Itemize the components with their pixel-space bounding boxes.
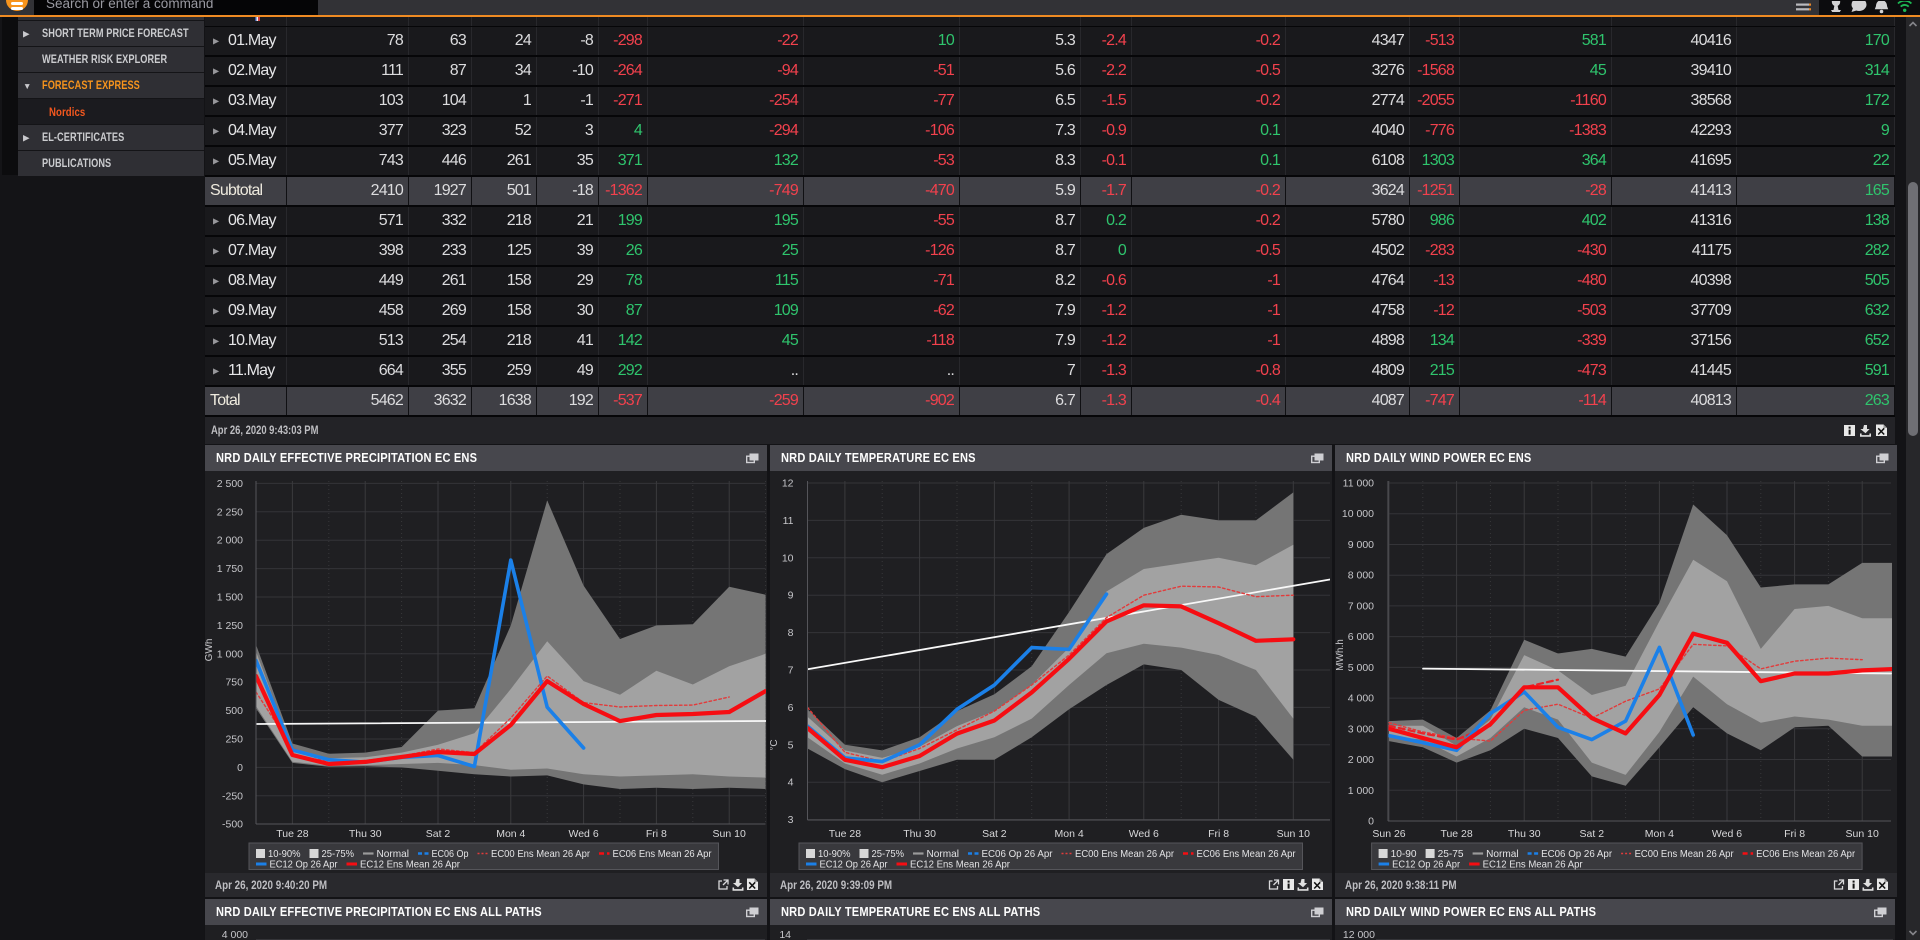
svg-text:Tue 28: Tue 28 [276, 828, 308, 840]
svg-text:Sun 10: Sun 10 [1277, 828, 1310, 840]
svg-text:4 000: 4 000 [222, 929, 248, 940]
svg-text:Thu 30: Thu 30 [1508, 828, 1541, 840]
svg-text:EC00 Ens Mean 26 Apr: EC00 Ens Mean 26 Apr [1635, 848, 1734, 860]
svg-text:Mon 4: Mon 4 [1055, 828, 1084, 840]
svg-text:Thu 30: Thu 30 [903, 828, 936, 840]
svg-text:EC06 Ens Mean 26 Apr: EC06 Ens Mean 26 Apr [1197, 848, 1296, 860]
svg-text:Tue 28: Tue 28 [1440, 828, 1472, 840]
svg-text:EC12 Op 26 Apr: EC12 Op 26 Apr [270, 859, 338, 871]
svg-text:Fri 8: Fri 8 [646, 828, 667, 840]
svg-text:2 500: 2 500 [217, 478, 243, 490]
svg-text:7 000: 7 000 [1348, 600, 1374, 612]
svg-text:8: 8 [788, 627, 794, 639]
svg-text:10: 10 [782, 552, 794, 564]
svg-text:EC12 Op 26 Apr: EC12 Op 26 Apr [1392, 859, 1460, 871]
svg-text:Apr 26, 2020 9:39:09 PM: Apr 26, 2020 9:39:09 PM [780, 879, 892, 892]
svg-text:9: 9 [788, 590, 794, 602]
svg-text:500: 500 [225, 705, 243, 717]
svg-text:2 000: 2 000 [217, 535, 243, 547]
svg-text:-250: -250 [222, 790, 243, 802]
svg-text:750: 750 [225, 677, 243, 689]
svg-text:12 000: 12 000 [1343, 929, 1375, 940]
svg-text:Sat 2: Sat 2 [982, 828, 1007, 840]
svg-text:7: 7 [788, 665, 794, 677]
svg-text:11: 11 [783, 515, 794, 527]
svg-text:EC12 Ens Mean 26 Apr: EC12 Ens Mean 26 Apr [910, 859, 1010, 871]
svg-text:GWh: GWh [205, 639, 215, 662]
svg-text:6 000: 6 000 [1348, 631, 1374, 643]
svg-text:4 000: 4 000 [1348, 693, 1374, 705]
svg-text:EC12 Ens Mean 26 Apr: EC12 Ens Mean 26 Apr [1483, 859, 1583, 871]
svg-text:MWh.h: MWh.h [1335, 639, 1346, 671]
svg-text:5 000: 5 000 [1348, 662, 1374, 674]
svg-text:Sun 26: Sun 26 [1372, 828, 1405, 840]
svg-text:EC00 Ens Mean 26 Apr: EC00 Ens Mean 26 Apr [491, 848, 590, 860]
svg-text:EC00 Ens Mean 26 Apr: EC00 Ens Mean 26 Apr [1075, 848, 1174, 860]
svg-text:Wed 6: Wed 6 [1712, 828, 1742, 840]
svg-text:-500: -500 [222, 819, 243, 831]
svg-text:EC12 Ens Mean 26 Apr: EC12 Ens Mean 26 Apr [360, 859, 460, 871]
svg-text:3: 3 [788, 814, 794, 826]
svg-text:Wed 6: Wed 6 [569, 828, 599, 840]
svg-text:0: 0 [1368, 816, 1374, 828]
svg-text:2 000: 2 000 [1348, 754, 1374, 766]
svg-text:1 000: 1 000 [1348, 785, 1374, 797]
svg-text:°C: °C [770, 739, 780, 750]
svg-text:Mon 4: Mon 4 [496, 828, 525, 840]
svg-text:6: 6 [788, 702, 794, 714]
svg-text:12: 12 [782, 478, 794, 490]
svg-text:Tue 28: Tue 28 [829, 828, 861, 840]
svg-text:Sat 2: Sat 2 [1580, 828, 1605, 840]
svg-text:250: 250 [225, 734, 243, 746]
svg-text:1 750: 1 750 [217, 563, 243, 575]
svg-text:Sun 10: Sun 10 [1846, 828, 1879, 840]
svg-text:1 000: 1 000 [217, 648, 243, 660]
svg-text:11 000: 11 000 [1343, 478, 1374, 490]
svg-text:4: 4 [788, 777, 794, 789]
svg-text:Apr 26, 2020 9:38:11 PM: Apr 26, 2020 9:38:11 PM [1345, 879, 1457, 892]
svg-text:Mon 4: Mon 4 [1645, 828, 1674, 840]
svg-text:5: 5 [788, 739, 794, 751]
svg-text:Fri 8: Fri 8 [1784, 828, 1805, 840]
svg-text:1 500: 1 500 [217, 592, 243, 604]
svg-text:2 250: 2 250 [217, 506, 243, 518]
svg-text:3 000: 3 000 [1348, 723, 1374, 735]
svg-text:Apr 26, 2020 9:40:20 PM: Apr 26, 2020 9:40:20 PM [215, 879, 327, 892]
svg-text:8 000: 8 000 [1348, 570, 1374, 582]
svg-text:10 000: 10 000 [1342, 508, 1374, 520]
svg-text:Wed 6: Wed 6 [1129, 828, 1159, 840]
svg-text:EC12 Op 26 Apr: EC12 Op 26 Apr [820, 859, 888, 871]
svg-text:1 250: 1 250 [217, 620, 243, 632]
svg-text:14: 14 [779, 929, 791, 940]
svg-text:Thu 30: Thu 30 [349, 828, 382, 840]
svg-text:9 000: 9 000 [1348, 539, 1374, 551]
svg-text:0: 0 [237, 762, 243, 774]
svg-text:Fri 8: Fri 8 [1208, 828, 1229, 840]
svg-text:EC06 Ens Mean 26 Apr: EC06 Ens Mean 26 Apr [613, 848, 712, 860]
svg-text:Sat 2: Sat 2 [426, 828, 451, 840]
svg-text:Sun 10: Sun 10 [713, 828, 746, 840]
svg-text:EC06 Ens Mean 26 Apr: EC06 Ens Mean 26 Apr [1756, 848, 1855, 860]
